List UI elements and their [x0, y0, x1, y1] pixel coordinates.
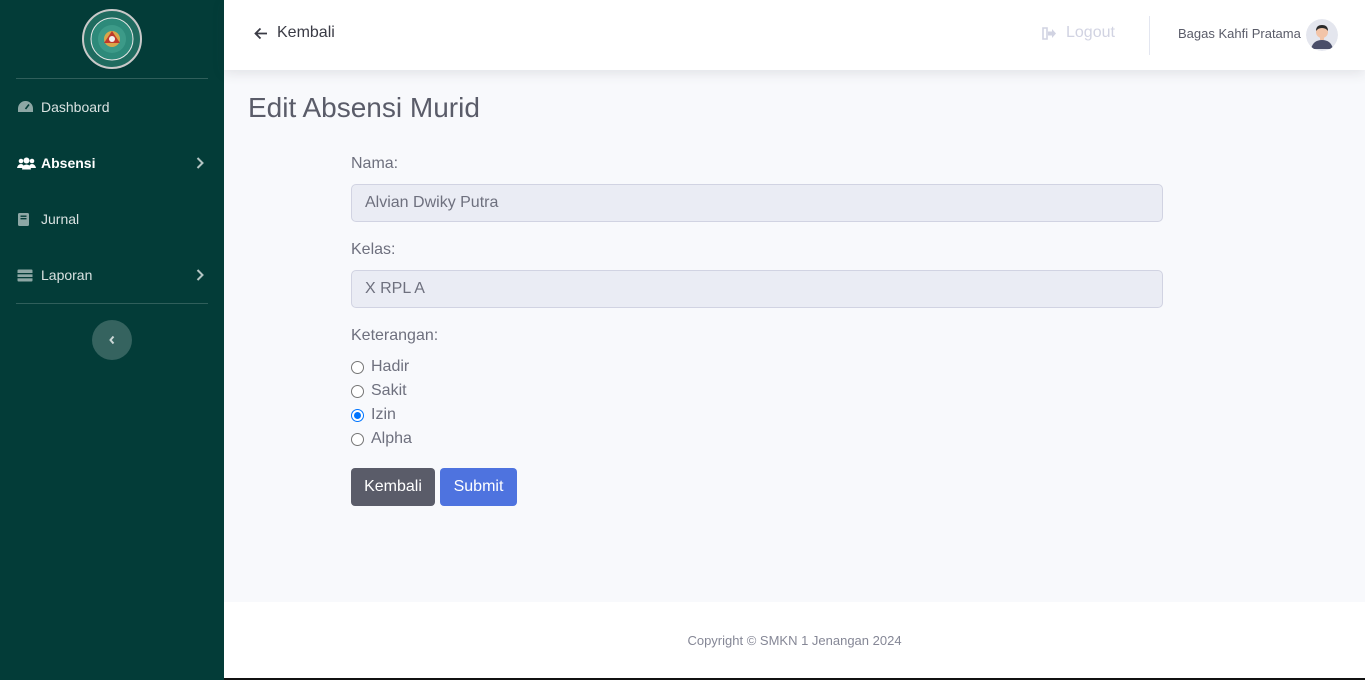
copyright-text: Copyright © SMKN 1 Jenangan 2024: [687, 633, 902, 648]
radio-label: Izin: [371, 406, 396, 423]
user-name[interactable]: Bagas Kahfi Pratama: [1178, 26, 1301, 41]
chevron-right-icon: [196, 156, 204, 170]
radio-button[interactable]: [351, 384, 364, 398]
sidebar-item-label: Dashboard: [41, 99, 110, 115]
gauge-icon: [17, 99, 37, 115]
sidebar-item-absensi[interactable]: Absensi: [0, 135, 224, 191]
radio-option-alpha[interactable]: Alpha: [351, 430, 412, 448]
back-link[interactable]: Kembali: [254, 24, 335, 42]
kembali-button[interactable]: Kembali: [351, 468, 435, 506]
sidebar-item-laporan[interactable]: Laporan: [0, 247, 224, 303]
sidebar-item-jurnal[interactable]: Jurnal: [0, 191, 224, 247]
topbar-divider: [1149, 16, 1150, 55]
table-icon: [17, 267, 37, 283]
sign-out-icon: [1042, 26, 1056, 40]
kelas-field[interactable]: [351, 270, 1163, 308]
sidebar-item-label: Jurnal: [41, 211, 80, 227]
school-logo[interactable]: [82, 9, 142, 69]
chevron-left-icon: [109, 335, 115, 345]
arrow-left-icon: [254, 27, 267, 39]
radio-button[interactable]: [351, 360, 364, 374]
radio-option-sakit[interactable]: Sakit: [351, 382, 407, 400]
radio-option-izin[interactable]: Izin: [351, 406, 396, 424]
nama-label: Nama:: [351, 155, 399, 172]
users-icon: [17, 155, 37, 171]
radio-label: Alpha: [371, 430, 412, 447]
chevron-right-icon: [196, 268, 204, 282]
topbar: Kembali Logout Bagas Kahfi Pratama: [224, 0, 1365, 70]
back-link-label: Kembali: [277, 24, 335, 41]
kelas-label: Kelas:: [351, 241, 396, 258]
footer: Copyright © SMKN 1 Jenangan 2024: [224, 602, 1365, 680]
avatar[interactable]: [1306, 19, 1338, 51]
radio-label: Hadir: [371, 358, 410, 375]
book-icon: [17, 211, 37, 227]
sidebar-item-label: Absensi: [41, 155, 96, 171]
logout-label: Logout: [1066, 24, 1115, 41]
logout-button[interactable]: Logout: [1042, 24, 1115, 42]
radio-label: Sakit: [371, 382, 407, 399]
sidebar: Dashboard Absensi Jurnal Laporan: [0, 0, 224, 680]
keterangan-label: Keterangan:: [351, 327, 439, 344]
nama-field[interactable]: [351, 184, 1163, 222]
page-title: Edit Absensi Murid: [248, 92, 480, 123]
radio-button[interactable]: [351, 432, 364, 446]
sidebar-toggle-button[interactable]: [92, 320, 132, 360]
submit-button[interactable]: Submit: [440, 468, 517, 506]
radio-option-hadir[interactable]: Hadir: [351, 358, 409, 376]
sidebar-item-label: Laporan: [41, 267, 93, 283]
sidebar-divider: [16, 303, 208, 304]
sidebar-item-dashboard[interactable]: Dashboard: [0, 79, 224, 135]
radio-button-checked[interactable]: [351, 408, 364, 422]
